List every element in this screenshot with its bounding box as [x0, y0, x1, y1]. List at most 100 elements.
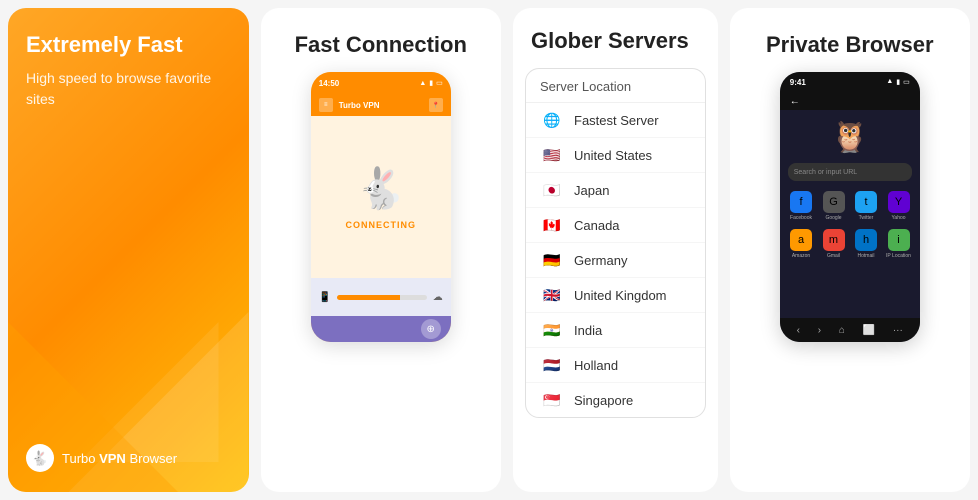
- dark-app-icon: a: [790, 229, 812, 251]
- globe-connect-icon: ⊕: [421, 319, 441, 339]
- dark-app-item[interactable]: a Amazon: [788, 229, 815, 259]
- server-item[interactable]: 🇳🇱 Holland: [526, 348, 705, 383]
- dark-app-item[interactable]: Y Yahoo: [885, 191, 912, 221]
- dark-app-item[interactable]: f Facebook: [788, 191, 815, 221]
- dark-apps-row1: f Facebook G Google t Twitter Y Yahoo: [788, 191, 912, 221]
- dark-app-label: Hotmail: [858, 253, 875, 259]
- phone-icon: 📱: [319, 292, 331, 303]
- phone-bottom: 📱 ☁: [311, 278, 451, 316]
- panel2-title: Fast Connection: [279, 32, 484, 58]
- panel1-footer: 🐇 Turbo VPN Browser: [26, 444, 231, 472]
- app-title: Turbo VPN: [339, 101, 423, 110]
- owl-icon: 🦉: [831, 120, 868, 155]
- flag-icon: 🌐: [540, 111, 564, 129]
- phone-body: 🐇 CONNECTING: [311, 116, 451, 278]
- dark-app-icon: G: [823, 191, 845, 213]
- phone-mockup-connecting: 14:50 ▲ ▮ ▭ ≡ Turbo VPN 📍 🐇 CONNECTING 📱…: [311, 72, 451, 342]
- location-icon: 📍: [429, 98, 443, 112]
- server-list-header: Server Location: [526, 69, 705, 103]
- dark-app-item[interactable]: m Gmail: [820, 229, 847, 259]
- dark-tabs-icon[interactable]: ⬜: [863, 325, 875, 336]
- server-item[interactable]: 🌐 Fastest Server: [526, 103, 705, 138]
- vpn-logo-icon: 🐇: [26, 444, 54, 472]
- server-item[interactable]: 🇯🇵 Japan: [526, 173, 705, 208]
- server-name: Fastest Server: [574, 113, 659, 128]
- dark-app-label: Gmail: [827, 253, 840, 259]
- server-item[interactable]: 🇨🇦 Canada: [526, 208, 705, 243]
- phone-statusbar: 14:50 ▲ ▮ ▭: [311, 72, 451, 94]
- server-name: Canada: [574, 218, 620, 233]
- server-list-container: Server Location 🌐 Fastest Server 🇺🇸 Unit…: [525, 68, 706, 418]
- server-name: Singapore: [574, 393, 633, 408]
- dark-app-item[interactable]: t Twitter: [853, 191, 880, 221]
- wifi-icon: ▲: [419, 80, 426, 87]
- flag-icon: 🇨🇦: [540, 216, 564, 234]
- dark-signal-icon: ▮: [896, 78, 900, 86]
- flag-icon: 🇬🇧: [540, 286, 564, 304]
- flag-icon: 🇮🇳: [540, 321, 564, 339]
- dark-app-icon: t: [855, 191, 877, 213]
- dark-app-icon: f: [790, 191, 812, 213]
- dark-back-icon: ←: [790, 96, 800, 107]
- server-name: India: [574, 323, 602, 338]
- dark-app-label: Yahoo: [891, 215, 905, 221]
- dark-app-label: Google: [825, 215, 841, 221]
- server-name: Germany: [574, 253, 627, 268]
- dark-app-icon: h: [855, 229, 877, 251]
- flag-icon: 🇸🇬: [540, 391, 564, 409]
- server-item[interactable]: 🇺🇸 United States: [526, 138, 705, 173]
- connecting-text: CONNECTING: [346, 220, 417, 230]
- dark-bottom-bar: ‹ › ⌂ ⬜ ···: [780, 318, 920, 342]
- dark-statusbar: 9:41 ▲ ▮ ▭: [780, 72, 920, 92]
- flag-icon: 🇺🇸: [540, 146, 564, 164]
- menu-icon: ≡: [319, 98, 333, 112]
- dark-search-placeholder: Search or input URL: [794, 169, 857, 176]
- dark-wifi-icon: ▲: [886, 78, 893, 86]
- flag-icon: 🇩🇪: [540, 251, 564, 269]
- dark-search-bar[interactable]: Search or input URL: [788, 163, 912, 181]
- flag-icon: 🇯🇵: [540, 181, 564, 199]
- dark-body: 🦉 Search or input URL f Facebook G Googl…: [780, 110, 920, 318]
- dark-home-icon[interactable]: ⌂: [839, 325, 845, 336]
- dark-back-nav-icon[interactable]: ‹: [797, 325, 800, 336]
- dark-app-item[interactable]: i IP Location: [885, 229, 912, 259]
- server-name: Japan: [574, 183, 609, 198]
- dark-app-label: Facebook: [790, 215, 812, 221]
- panel-glober-servers: Glober Servers Server Location 🌐 Fastest…: [513, 8, 718, 492]
- dark-battery-icon: ▭: [903, 78, 910, 86]
- panel3-title: Glober Servers: [513, 8, 718, 68]
- progress-bar: [337, 295, 427, 300]
- dark-status-time: 9:41: [790, 78, 806, 87]
- server-list: 🌐 Fastest Server 🇺🇸 United States 🇯🇵 Jap…: [526, 103, 705, 417]
- vpn-logo-text: Turbo VPN Browser: [62, 451, 177, 466]
- cloud-icon: ☁: [433, 292, 443, 303]
- server-item[interactable]: 🇬🇧 United Kingdom: [526, 278, 705, 313]
- dark-phone-mockup: 9:41 ▲ ▮ ▭ ← 🦉 Search or input URL f Fac…: [780, 72, 920, 342]
- panel-fast-connection: Fast Connection 14:50 ▲ ▮ ▭ ≡ Turbo VPN …: [261, 8, 502, 492]
- dark-apps-row2: a Amazon m Gmail h Hotmail i IP Location: [788, 229, 912, 259]
- battery-icon: ▭: [436, 79, 443, 87]
- signal-icon: ▮: [429, 79, 433, 87]
- panel4-title: Private Browser: [748, 32, 953, 58]
- dark-statusbar-icons: ▲ ▮ ▭: [886, 78, 909, 86]
- panel1-title: Extremely Fast: [26, 32, 231, 58]
- dark-app-icon: m: [823, 229, 845, 251]
- flag-icon: 🇳🇱: [540, 356, 564, 374]
- statusbar-icons: ▲ ▮ ▭: [419, 79, 442, 87]
- server-item[interactable]: 🇩🇪 Germany: [526, 243, 705, 278]
- dark-forward-nav-icon[interactable]: ›: [818, 325, 821, 336]
- dark-app-label: Twitter: [859, 215, 874, 221]
- server-item[interactable]: 🇸🇬 Singapore: [526, 383, 705, 417]
- status-time: 14:50: [319, 79, 339, 88]
- phone-connect-btn-area: ⊕: [311, 316, 451, 342]
- server-name: Holland: [574, 358, 618, 373]
- server-item[interactable]: 🇮🇳 India: [526, 313, 705, 348]
- dark-nav: ←: [780, 92, 920, 110]
- panel1-subtitle: High speed to browse favorite sites: [26, 68, 231, 110]
- rabbit-connecting-icon: 🐇: [356, 165, 406, 212]
- dark-app-item[interactable]: G Google: [820, 191, 847, 221]
- server-name: United Kingdom: [574, 288, 667, 303]
- dark-app-item[interactable]: h Hotmail: [853, 229, 880, 259]
- dark-app-label: Amazon: [792, 253, 810, 259]
- dark-menu-icon[interactable]: ···: [893, 325, 903, 336]
